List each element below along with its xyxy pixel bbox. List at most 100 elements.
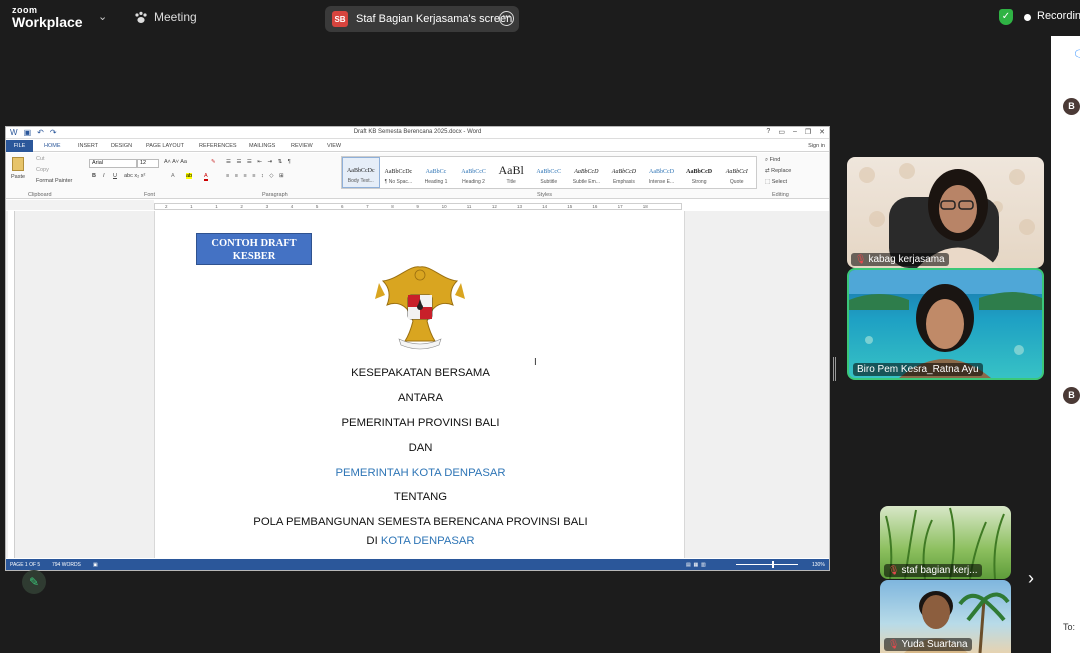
style-item[interactable]: AaBbCcD Intense E... [643, 157, 681, 188]
style-item[interactable]: AaBbCcDc Body Text... [342, 157, 380, 188]
zoom-workplace-logo[interactable]: zoom Workplace [12, 6, 83, 30]
tab-design[interactable]: DESIGN [111, 143, 132, 149]
style-sample: AaBbCcD [611, 169, 637, 175]
mic-muted-icon: 🎙 [888, 639, 900, 649]
participant-tile-active-speaker[interactable]: Biro Pem Kesra_Ratna Ayu [847, 268, 1044, 380]
highlight-icon[interactable]: ab [186, 173, 193, 179]
proofing-icon[interactable]: ▣ [93, 562, 98, 568]
sign-in-link[interactable]: Sign in [808, 143, 825, 149]
cut-button[interactable]: Cut [36, 156, 45, 162]
tab-file[interactable]: FILE [6, 140, 33, 152]
list-buttons-icon[interactable]: ☰ ☰ ☰ ⇤ ⇥ ⇅ ¶ [226, 159, 293, 165]
clear-format-icon[interactable]: ✎ [211, 159, 216, 165]
ruler-tick-label: 3 [265, 204, 269, 209]
split-resize-handle[interactable] [833, 357, 836, 381]
style-item[interactable]: AaBbCcDc ¶ No Spac... [380, 157, 418, 188]
draft-label-line2: KESBER [232, 251, 276, 262]
tab-page-layout[interactable]: PAGE LAYOUT [146, 143, 184, 149]
page-count[interactable]: PAGE 1 OF 5 [10, 562, 40, 568]
style-sample: AaBbCcI [725, 169, 748, 175]
ruler-tick-label: 16 [592, 204, 598, 209]
participant-tile[interactable]: 🎙 kabag kerjasama [847, 157, 1044, 268]
font-size-select[interactable]: 12 [137, 159, 159, 168]
replace-button[interactable]: ⇄ Replace [765, 168, 791, 174]
screen-share-indicator[interactable]: SB Staf Bagian Kerjasama's screen ••• [325, 6, 519, 32]
style-sample: AaBbCcDc [346, 168, 375, 174]
tab-review[interactable]: REVIEW [291, 143, 313, 149]
window-controls: ? ▭ – ❐ ✕ [766, 128, 825, 136]
text-effects-icon[interactable]: A [171, 173, 175, 179]
view-buttons-icon[interactable]: ▤ ▦ ▥ [686, 562, 706, 568]
ruler-tick-label: 10 [441, 204, 447, 209]
chat-bubble-icon[interactable]: 🗨 [1073, 48, 1080, 61]
participant-tile[interactable]: 🎙 Yuda Suartana [880, 580, 1011, 653]
style-item[interactable]: AaBbCc Heading 1 [417, 157, 455, 188]
ruler-tick-label: 1 [190, 204, 193, 209]
share-label: Staf Bagian Kerjasama's screen [356, 13, 513, 25]
style-item[interactable]: AaBbCcC Subtitle [530, 157, 568, 188]
select-button[interactable]: ⬚ Select [765, 179, 787, 185]
tab-view[interactable]: VIEW [327, 143, 341, 149]
participant-video [859, 163, 1035, 268]
ruler-tick-label: 14 [542, 204, 548, 209]
font-color-icon[interactable]: A [204, 173, 208, 181]
ruler-gutter [6, 200, 154, 210]
encryption-shield-icon[interactable]: ✓ [999, 9, 1013, 25]
participant-name-text: staf bagian kerj... [901, 565, 978, 576]
more-options-icon[interactable]: ••• [499, 11, 514, 26]
vertical-ruler[interactable] [8, 211, 15, 558]
zoom-meeting-window: zoom Workplace ⌄ Meeting SB Staf Bagian … [0, 0, 1080, 653]
bold-button[interactable]: B [92, 173, 96, 179]
ribbon-display-button[interactable]: ▭ [778, 128, 785, 136]
doc-line-di: DI [366, 535, 381, 547]
annotate-pen-icon[interactable]: ✎ [22, 570, 46, 594]
zoom-level[interactable]: 130% [812, 562, 825, 568]
style-item[interactable]: AaBl Title [492, 157, 530, 188]
style-item[interactable]: AaBbCcD Subtle Em... [568, 157, 606, 188]
copy-button[interactable]: Copy [36, 167, 49, 173]
style-item[interactable]: AaBbCcC Heading 2 [455, 157, 493, 188]
style-sample: AaBl [498, 163, 524, 177]
restore-button[interactable]: ❐ [805, 128, 811, 136]
minimize-button[interactable]: – [793, 128, 797, 136]
chat-recipient-label[interactable]: To: [1063, 622, 1075, 632]
word-count[interactable]: 794 WORDS [52, 562, 81, 568]
tab-home[interactable]: HOME [44, 143, 61, 149]
ruler-tick-label: 15 [567, 204, 573, 209]
next-page-arrow-icon[interactable]: › [1028, 568, 1034, 589]
find-button[interactable]: ⌕ Find [765, 157, 780, 164]
tab-mailings[interactable]: MAILINGS [249, 143, 275, 149]
paste-icon[interactable] [12, 157, 24, 171]
style-name: Quote [729, 179, 744, 185]
style-name: Heading 1 [424, 179, 448, 185]
paste-button[interactable]: Paste [11, 174, 25, 180]
chat-panel: 🗨 B B To: [1051, 36, 1080, 653]
font-group-label: Font [144, 192, 156, 198]
meeting-button[interactable]: Meeting [134, 10, 197, 24]
font-name-select[interactable]: Arial [89, 159, 137, 168]
recording-label[interactable]: Recording [1037, 10, 1080, 22]
chevron-down-icon[interactable]: ⌄ [98, 10, 107, 23]
style-item[interactable]: AaBbCcI Quote [718, 157, 756, 188]
zoom-slider[interactable] [736, 564, 798, 565]
format-painter-button[interactable]: Format Painter [36, 178, 72, 184]
style-name: Title [506, 179, 516, 185]
document-page[interactable]: CONTOH DRAFT KESBER KESEPAKATAN BERSAMA … [154, 211, 685, 558]
grow-font-icon[interactable]: A˄ A˅ Aa [164, 159, 187, 165]
close-button[interactable]: ✕ [819, 128, 825, 136]
strikethrough-button[interactable]: abc x₂ x² [124, 173, 145, 179]
horizontal-ruler[interactable]: 2 1 1 2 3 4 5 6 7 8 9 10 11 12 13 14 15 16 17 18 [154, 203, 682, 210]
italic-button[interactable]: I [103, 173, 105, 179]
help-button[interactable]: ? [766, 128, 770, 136]
editing-group-label: Editing [772, 192, 789, 198]
draft-label-box: CONTOH DRAFT KESBER [196, 233, 312, 265]
chat-avatar: B [1063, 387, 1080, 404]
style-item[interactable]: AaBbCcD Emphasis [605, 157, 643, 188]
zoom-slider-thumb[interactable] [772, 561, 774, 568]
tab-references[interactable]: REFERENCES [199, 143, 237, 149]
participant-tile[interactable]: 🎙 staf bagian kerj... [880, 506, 1011, 579]
alignment-buttons-icon[interactable]: ≡ ≡ ≡ ≡ ↕ ◇ ⊞ [226, 173, 286, 179]
underline-button[interactable]: U [113, 173, 117, 179]
style-item[interactable]: AaBbCcD Strong [680, 157, 718, 188]
tab-insert[interactable]: INSERT [78, 143, 98, 149]
